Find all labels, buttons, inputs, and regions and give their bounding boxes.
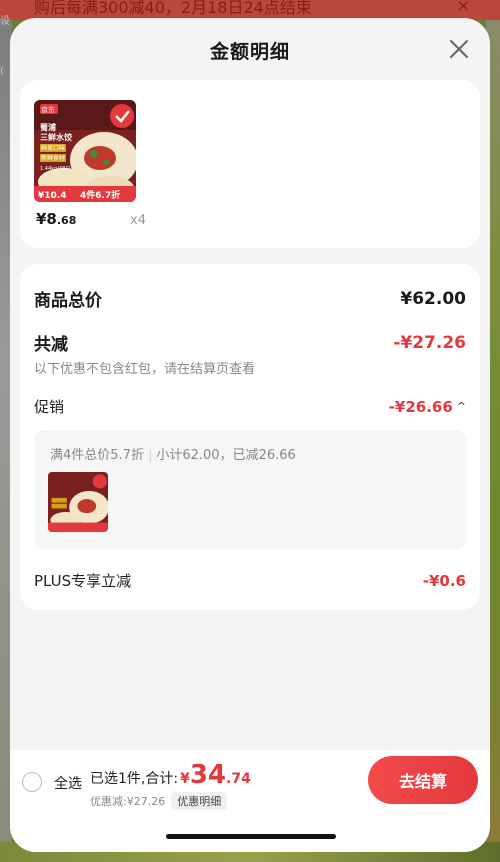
plus-discount-value: -¥0.6	[422, 571, 466, 590]
total-summary: 已选1件,合计: ¥ 34 .74	[90, 760, 251, 790]
product-image-badge: 京东	[41, 105, 55, 114]
select-all-checkbox[interactable]	[22, 772, 42, 792]
total-currency: ¥	[180, 771, 190, 787]
promotion-value: -¥26.66	[388, 397, 453, 416]
sheet-title: 金额明细	[209, 40, 290, 63]
promotion-product-image	[48, 472, 108, 532]
promotion-rule: 满4件总价5.7折	[50, 448, 144, 463]
promotion-subtotal: 小计62.00，已减26.66	[156, 448, 296, 463]
promotion-label: 促销	[34, 398, 65, 416]
total-reduce-row: 共减 -¥27.26	[34, 330, 466, 356]
product-image-name-1: 蜀浦	[40, 122, 56, 132]
price-detail-card: 商品总价 ¥62.00 共减 -¥27.26 以下优惠不包含红包，请在结算页查看…	[20, 264, 480, 610]
chevron-up-icon[interactable]: ^	[457, 400, 466, 413]
total-price-row: 商品总价 ¥62.00	[34, 286, 466, 312]
product-thumbnail[interactable]: 京东 蜀浦 三鲜水饺 鲜美口味 新鲜食材 1.44kg/48只 ¥10.4 4件…	[34, 100, 136, 202]
select-all-label[interactable]: 全选	[54, 773, 82, 793]
plus-discount-label: PLUS专享立减	[34, 572, 132, 590]
background-banner-close-icon: ×	[456, 0, 470, 15]
product-image-discount: 4件6.7折	[80, 189, 120, 201]
product-price-row: ¥8.68 x4	[36, 210, 146, 228]
reduce-note-row: 以下优惠不包含红包，请在结算页查看	[34, 358, 466, 377]
product-price-dec: .68	[56, 214, 77, 227]
discount-summary: 优惠减:¥27.26 优惠明细	[90, 792, 228, 810]
total-reduce-value: -¥27.26	[393, 332, 466, 353]
selected-count-text: 已选1件,合计:	[90, 771, 179, 787]
checkout-button[interactable]: 去结算	[368, 756, 478, 804]
promotion-description: 满4件总价5.7折 | 小计62.00，已减26.66	[50, 444, 296, 463]
product-image-price: ¥10.4	[38, 191, 66, 201]
plus-discount-row: PLUS专享立减 -¥0.6	[34, 570, 466, 591]
discount-detail-button[interactable]: 优惠明细	[171, 792, 228, 810]
product-image-tag-1: 鲜美口味	[41, 144, 65, 152]
product-price-int: ¥8	[36, 210, 57, 228]
background-banner: 购后每满300减40，2月18日24点结束 ×	[0, 0, 500, 20]
promotion-product-thumbnail[interactable]	[48, 472, 108, 532]
home-indicator	[166, 834, 336, 839]
promotion-row[interactable]: 促销 -¥26.66 ^	[34, 396, 466, 417]
total-amount-dec: .74	[226, 771, 251, 787]
promotion-separator: |	[147, 448, 153, 463]
product-image-name-2: 三鲜水饺	[40, 132, 73, 142]
background-banner-text: 购后每满300减40，2月18日24点结束	[34, 0, 312, 17]
total-reduce-label: 共减	[34, 335, 68, 355]
sheet-header: 金额明细	[10, 18, 490, 82]
product-image-tag-2: 新鲜食材	[41, 154, 65, 162]
product-quantity: x4	[130, 213, 146, 228]
amount-detail-sheet: 金额明细 京东 蜀浦 三鲜水饺 鲜美口味 新鲜食材 1.44kg/48只 ¥10…	[10, 18, 490, 852]
product-image-weight: 1.44kg/48只	[40, 166, 70, 172]
reduce-note: 以下优惠不包含红包，请在结算页查看	[34, 362, 256, 377]
product-card: 京东 蜀浦 三鲜水饺 鲜美口味 新鲜食材 1.44kg/48只 ¥10.4 4件…	[20, 80, 480, 248]
product-image: 京东 蜀浦 三鲜水饺 鲜美口味 新鲜食材 1.44kg/48只 ¥10.4 4件…	[34, 100, 136, 202]
discount-amount: 优惠减:¥27.26	[90, 795, 166, 808]
close-icon[interactable]	[448, 38, 470, 60]
total-price-value: ¥62.00	[400, 288, 466, 309]
total-amount-int: 34	[189, 760, 227, 790]
product-price: ¥8.68	[36, 210, 76, 228]
total-price-label: 商品总价	[34, 291, 102, 311]
promotion-detail-box: 满4件总价5.7折 | 小计62.00，已减26.66	[34, 430, 466, 550]
